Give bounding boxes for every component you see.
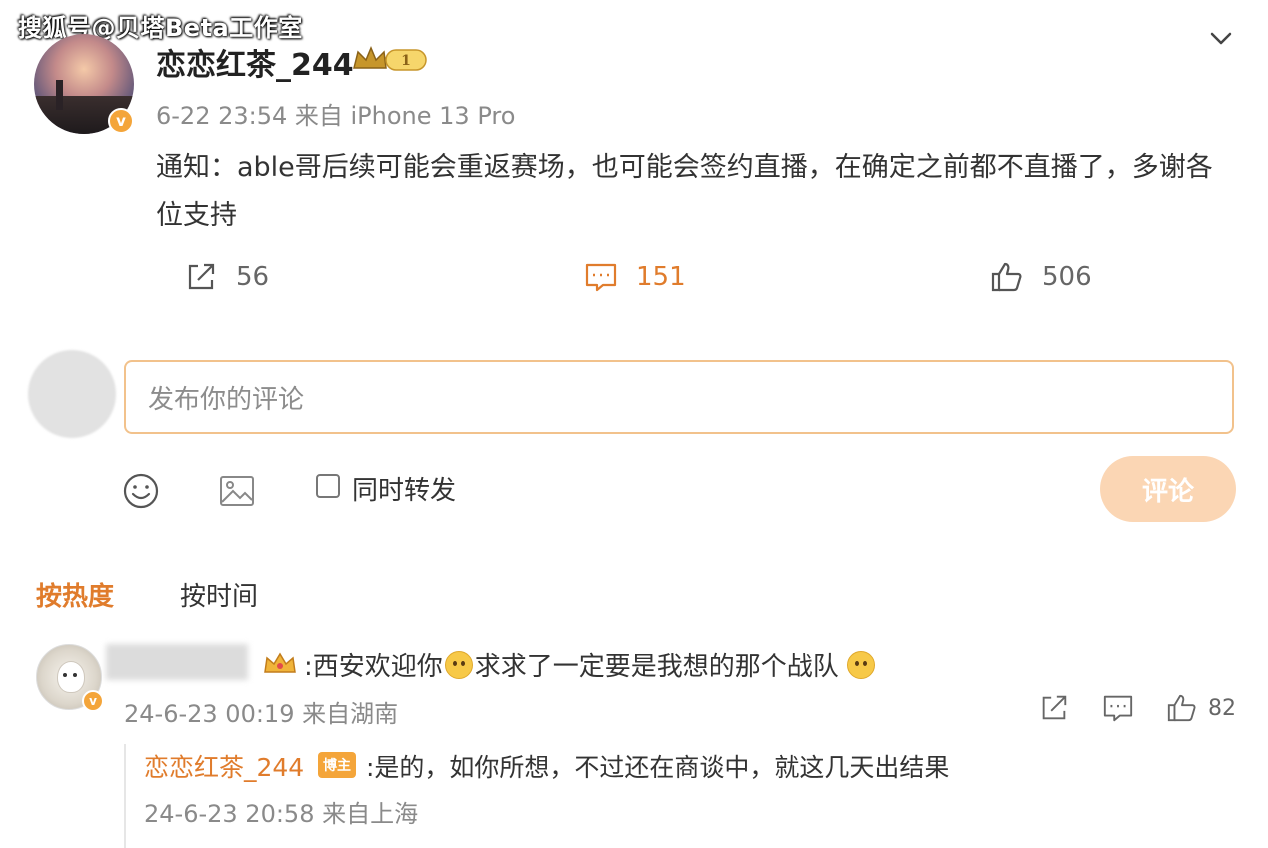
comment-icon (585, 263, 617, 292)
comment-actions: 82 (1038, 692, 1236, 724)
comment-button[interactable]: 151 (584, 260, 686, 294)
commenter-name-blurred (106, 644, 248, 680)
like-icon (991, 262, 1022, 292)
like-icon[interactable] (1166, 692, 1198, 724)
image-icon[interactable] (218, 472, 256, 510)
comment-meta: 24-6-23 00:19 来自湖南 (124, 700, 399, 728)
pleading-emoji-icon (444, 650, 473, 679)
comment-count: 151 (636, 262, 686, 292)
repost-icon (188, 263, 215, 290)
reply-author-name[interactable]: 恋恋红茶_244 (144, 748, 304, 784)
reply-meta: 24-6-23 20:58 来自上海 (144, 800, 419, 828)
submit-comment-button[interactable]: 评论 (1100, 456, 1236, 522)
comment-icon[interactable] (1102, 692, 1134, 724)
like-count: 506 (1042, 262, 1092, 292)
emoji-icon[interactable] (122, 472, 160, 510)
level-badge-text: 1 (401, 53, 411, 69)
comment-input[interactable]: 发布你的评论 (124, 360, 1234, 434)
repost-icon[interactable] (1038, 692, 1070, 724)
comment-text: :西安欢迎你 求求了一定要是我想的那个战队 (304, 646, 877, 683)
comment-text-part2: 求求了一定要是我想的那个战队 (474, 652, 839, 682)
repost-count: 56 (236, 262, 270, 292)
tab-sort-time[interactable]: 按时间 (180, 576, 258, 613)
host-badge: 博主 (318, 752, 356, 778)
current-user-avatar (28, 350, 116, 438)
post-meta: 6-22 23:54 来自 iPhone 13 Pro (156, 102, 516, 130)
post-text: 通知：able哥后续可能会重返赛场，也可能会签约直播，在确定之前都不直播了，多谢… (156, 152, 1213, 231)
repost-button[interactable]: 56 (184, 260, 269, 294)
crown-level-badge: 1 (353, 46, 427, 71)
tab-sort-hot[interactable]: 按热度 (36, 576, 114, 613)
comment-text-part1: :西安欢迎你 (304, 652, 443, 682)
crying-emoji-icon (846, 650, 875, 679)
crown-icon (264, 652, 296, 673)
watermark: 搜狐号@贝塔Beta工作室 (18, 14, 303, 42)
also-repost-checkbox[interactable] (316, 474, 340, 498)
author-name[interactable]: 恋恋红茶_244 (156, 40, 354, 84)
commenter-verified-badge: v (82, 690, 104, 712)
reply-divider (124, 744, 126, 848)
reply-text: :是的，如你所想，不过还在商谈中，就这几天出结果 (366, 753, 950, 782)
also-repost-label[interactable]: 同时转发 (352, 470, 456, 507)
comment-like-count: 82 (1208, 695, 1236, 721)
like-button[interactable]: 506 (990, 260, 1092, 294)
verified-badge: v (108, 108, 134, 134)
chevron-down-icon[interactable] (1206, 26, 1236, 52)
